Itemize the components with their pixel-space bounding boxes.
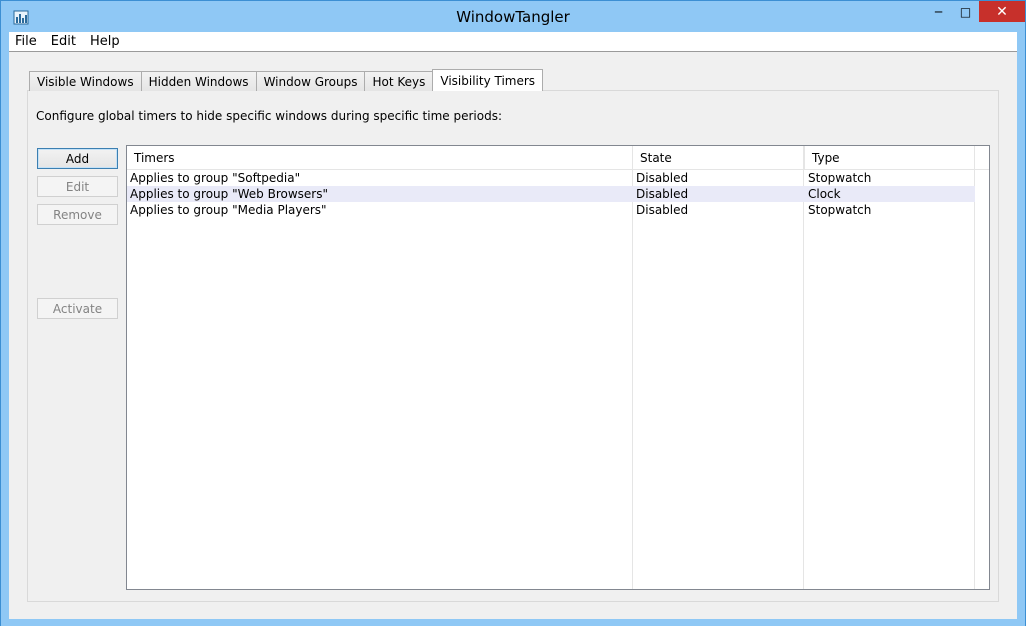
- window-title: WindowTangler: [456, 8, 570, 26]
- table-row[interactable]: Applies to group "Softpedia" Disabled St…: [127, 170, 975, 186]
- menu-file[interactable]: File: [9, 34, 44, 49]
- edit-button[interactable]: Edit: [37, 176, 118, 197]
- timer-cell: Applies to group "Softpedia": [130, 171, 301, 185]
- tab-strip: Visible Windows Hidden Windows Window Gr…: [29, 69, 544, 91]
- window-bottom-border: [1, 619, 1025, 626]
- close-button[interactable]: ✕: [979, 1, 1025, 22]
- state-cell: Disabled: [636, 203, 689, 217]
- type-cell: Stopwatch: [808, 171, 872, 185]
- maximize-button[interactable]: □: [952, 1, 979, 22]
- list-header: Timers State Type: [127, 146, 989, 170]
- minimize-icon: ─: [934, 4, 943, 19]
- state-cell: Disabled: [636, 171, 689, 185]
- menu-help[interactable]: Help: [83, 34, 127, 49]
- menu-edit[interactable]: Edit: [44, 34, 83, 49]
- table-row[interactable]: Applies to group "Media Players" Disable…: [127, 202, 975, 218]
- maximize-icon: □: [959, 4, 972, 19]
- tab-hot-keys[interactable]: Hot Keys: [364, 71, 434, 91]
- minimize-button[interactable]: ─: [925, 1, 952, 22]
- activate-button[interactable]: Activate: [37, 298, 118, 319]
- menu-bar: File Edit Help: [9, 32, 1017, 52]
- column-header-state[interactable]: State: [633, 146, 805, 170]
- add-button[interactable]: Add: [37, 148, 118, 169]
- title-bar[interactable]: WindowTangler ─ □ ✕: [1, 1, 1025, 32]
- state-cell: Disabled: [636, 187, 689, 201]
- tab-hidden-windows[interactable]: Hidden Windows: [140, 71, 257, 91]
- remove-button[interactable]: Remove: [37, 204, 118, 225]
- tab-visible-windows[interactable]: Visible Windows: [29, 71, 142, 91]
- timer-cell: Applies to group "Web Browsers": [130, 187, 328, 201]
- panel-description: Configure global timers to hide specific…: [36, 109, 502, 123]
- table-row[interactable]: Applies to group "Web Browsers" Disabled…: [127, 186, 975, 202]
- client-area: File Edit Help Visible Windows Hidden Wi…: [9, 32, 1017, 619]
- type-cell: Clock: [808, 187, 841, 201]
- timer-cell: Applies to group "Media Players": [130, 203, 327, 217]
- tab-visibility-timers[interactable]: Visibility Timers: [432, 69, 544, 91]
- tab-window-groups[interactable]: Window Groups: [255, 71, 366, 91]
- column-header-type[interactable]: Type: [805, 146, 975, 170]
- type-cell: Stopwatch: [808, 203, 872, 217]
- timers-list[interactable]: Timers State Type Applies to group "Soft…: [126, 145, 990, 590]
- column-header-timers[interactable]: Timers: [127, 146, 633, 170]
- app-window: WindowTangler ─ □ ✕ File Edit Help Visib…: [0, 0, 1026, 626]
- list-rows: Applies to group "Softpedia" Disabled St…: [127, 170, 975, 218]
- close-icon: ✕: [996, 3, 1008, 20]
